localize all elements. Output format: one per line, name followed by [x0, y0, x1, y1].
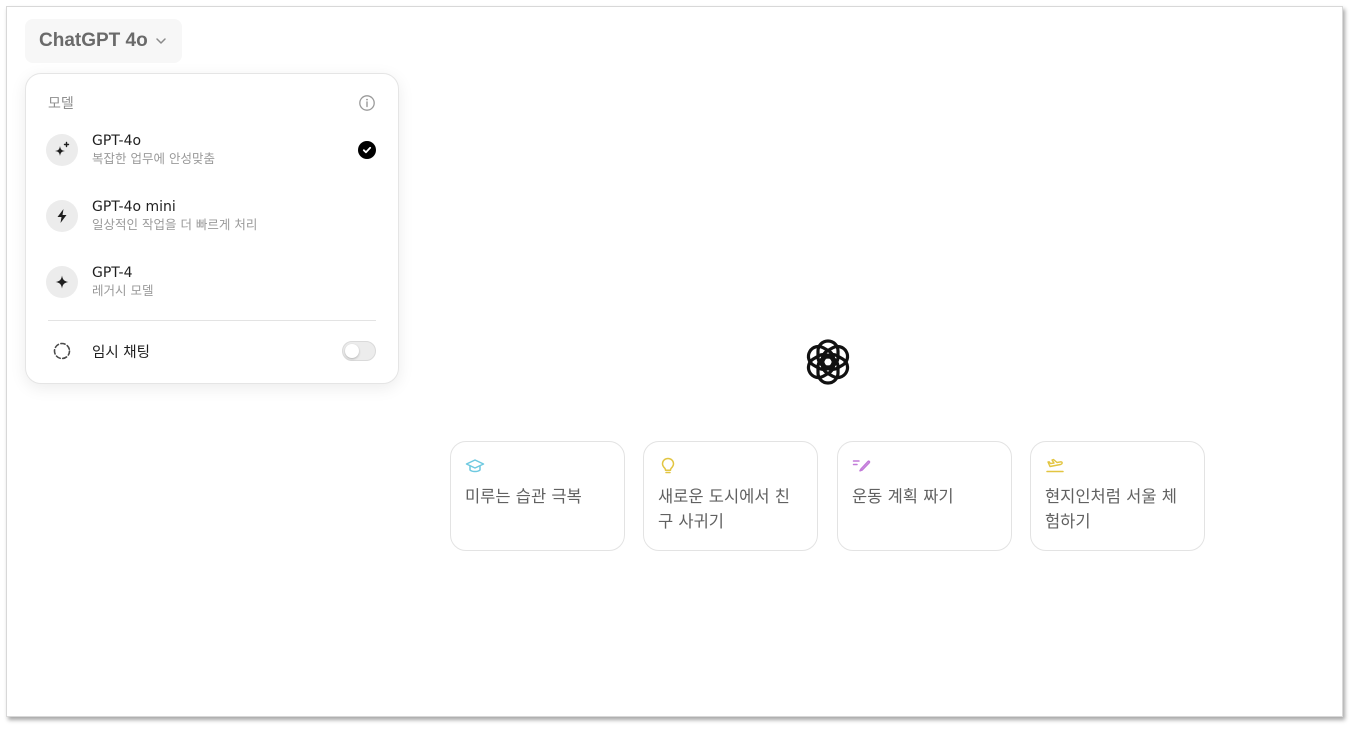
model-option-text: GPT-4o 복잡한 업무에 안성맞춤 — [92, 132, 358, 168]
graduation-cap-icon — [465, 456, 485, 476]
model-option-gpt-4[interactable]: GPT-4 레거시 모델 — [46, 258, 378, 306]
temporary-chat-toggle[interactable] — [342, 341, 376, 361]
model-option-gpt-4o[interactable]: GPT-4o 복잡한 업무에 안성맞춤 — [46, 126, 378, 174]
suggestion-card[interactable]: 새로운 도시에서 친구 사귀기 — [643, 441, 818, 551]
chatgpt-window: ChatGPT 4o 모델 GPT-4o 복잡한 업무에 안성맞춤 GPT-4o… — [6, 6, 1343, 717]
suggestion-text: 새로운 도시에서 친구 사귀기 — [658, 487, 790, 531]
temporary-chat-row[interactable]: 임시 채팅 — [46, 336, 376, 366]
model-option-label: GPT-4o — [92, 133, 142, 149]
info-icon[interactable] — [358, 94, 376, 112]
dropdown-header: 모델 — [48, 92, 376, 114]
dropdown-title: 모델 — [48, 96, 74, 112]
checkmark-icon — [358, 141, 376, 159]
model-option-text: GPT-4 레거시 모델 — [92, 264, 378, 300]
openai-logo-icon — [801, 335, 855, 389]
model-selector-label: ChatGPT 4o — [39, 30, 148, 51]
dashed-circle-icon — [46, 335, 78, 367]
pen-icon — [852, 456, 872, 476]
plane-icon — [1045, 456, 1065, 476]
sparkle-plus-icon — [46, 134, 78, 166]
suggestion-text: 현지인처럼 서울 체험하기 — [1045, 487, 1177, 531]
lightning-icon — [46, 200, 78, 232]
lightbulb-icon — [658, 456, 678, 476]
model-dropdown-menu: 모델 GPT-4o 복잡한 업무에 안성맞춤 GPT-4o mini 일상적인 … — [25, 73, 399, 384]
model-option-text: GPT-4o mini 일상적인 작업을 더 빠르게 처리 — [92, 198, 378, 234]
model-option-label: GPT-4 — [92, 265, 133, 281]
model-option-description: 일상적인 작업을 더 빠르게 처리 — [92, 217, 258, 232]
model-option-description: 복잡한 업무에 안성맞춤 — [92, 151, 215, 166]
suggestion-text: 운동 계획 짜기 — [852, 487, 954, 506]
temporary-chat-label: 임시 채팅 — [92, 344, 150, 361]
suggestion-card[interactable]: 운동 계획 짜기 — [837, 441, 1012, 551]
model-selector-button[interactable]: ChatGPT 4o — [25, 19, 182, 63]
model-option-label: GPT-4o mini — [92, 199, 176, 215]
suggestion-card[interactable]: 미루는 습관 극복 — [450, 441, 625, 551]
suggestion-card[interactable]: 현지인처럼 서울 체험하기 — [1030, 441, 1205, 551]
chevron-down-icon — [154, 34, 168, 48]
sparkle-icon — [46, 266, 78, 298]
dropdown-divider — [48, 320, 376, 321]
model-option-gpt-4o-mini[interactable]: GPT-4o mini 일상적인 작업을 더 빠르게 처리 — [46, 192, 378, 240]
suggestion-text: 미루는 습관 극복 — [465, 487, 582, 506]
model-option-description: 레거시 모델 — [92, 283, 154, 298]
toggle-knob — [345, 344, 359, 358]
